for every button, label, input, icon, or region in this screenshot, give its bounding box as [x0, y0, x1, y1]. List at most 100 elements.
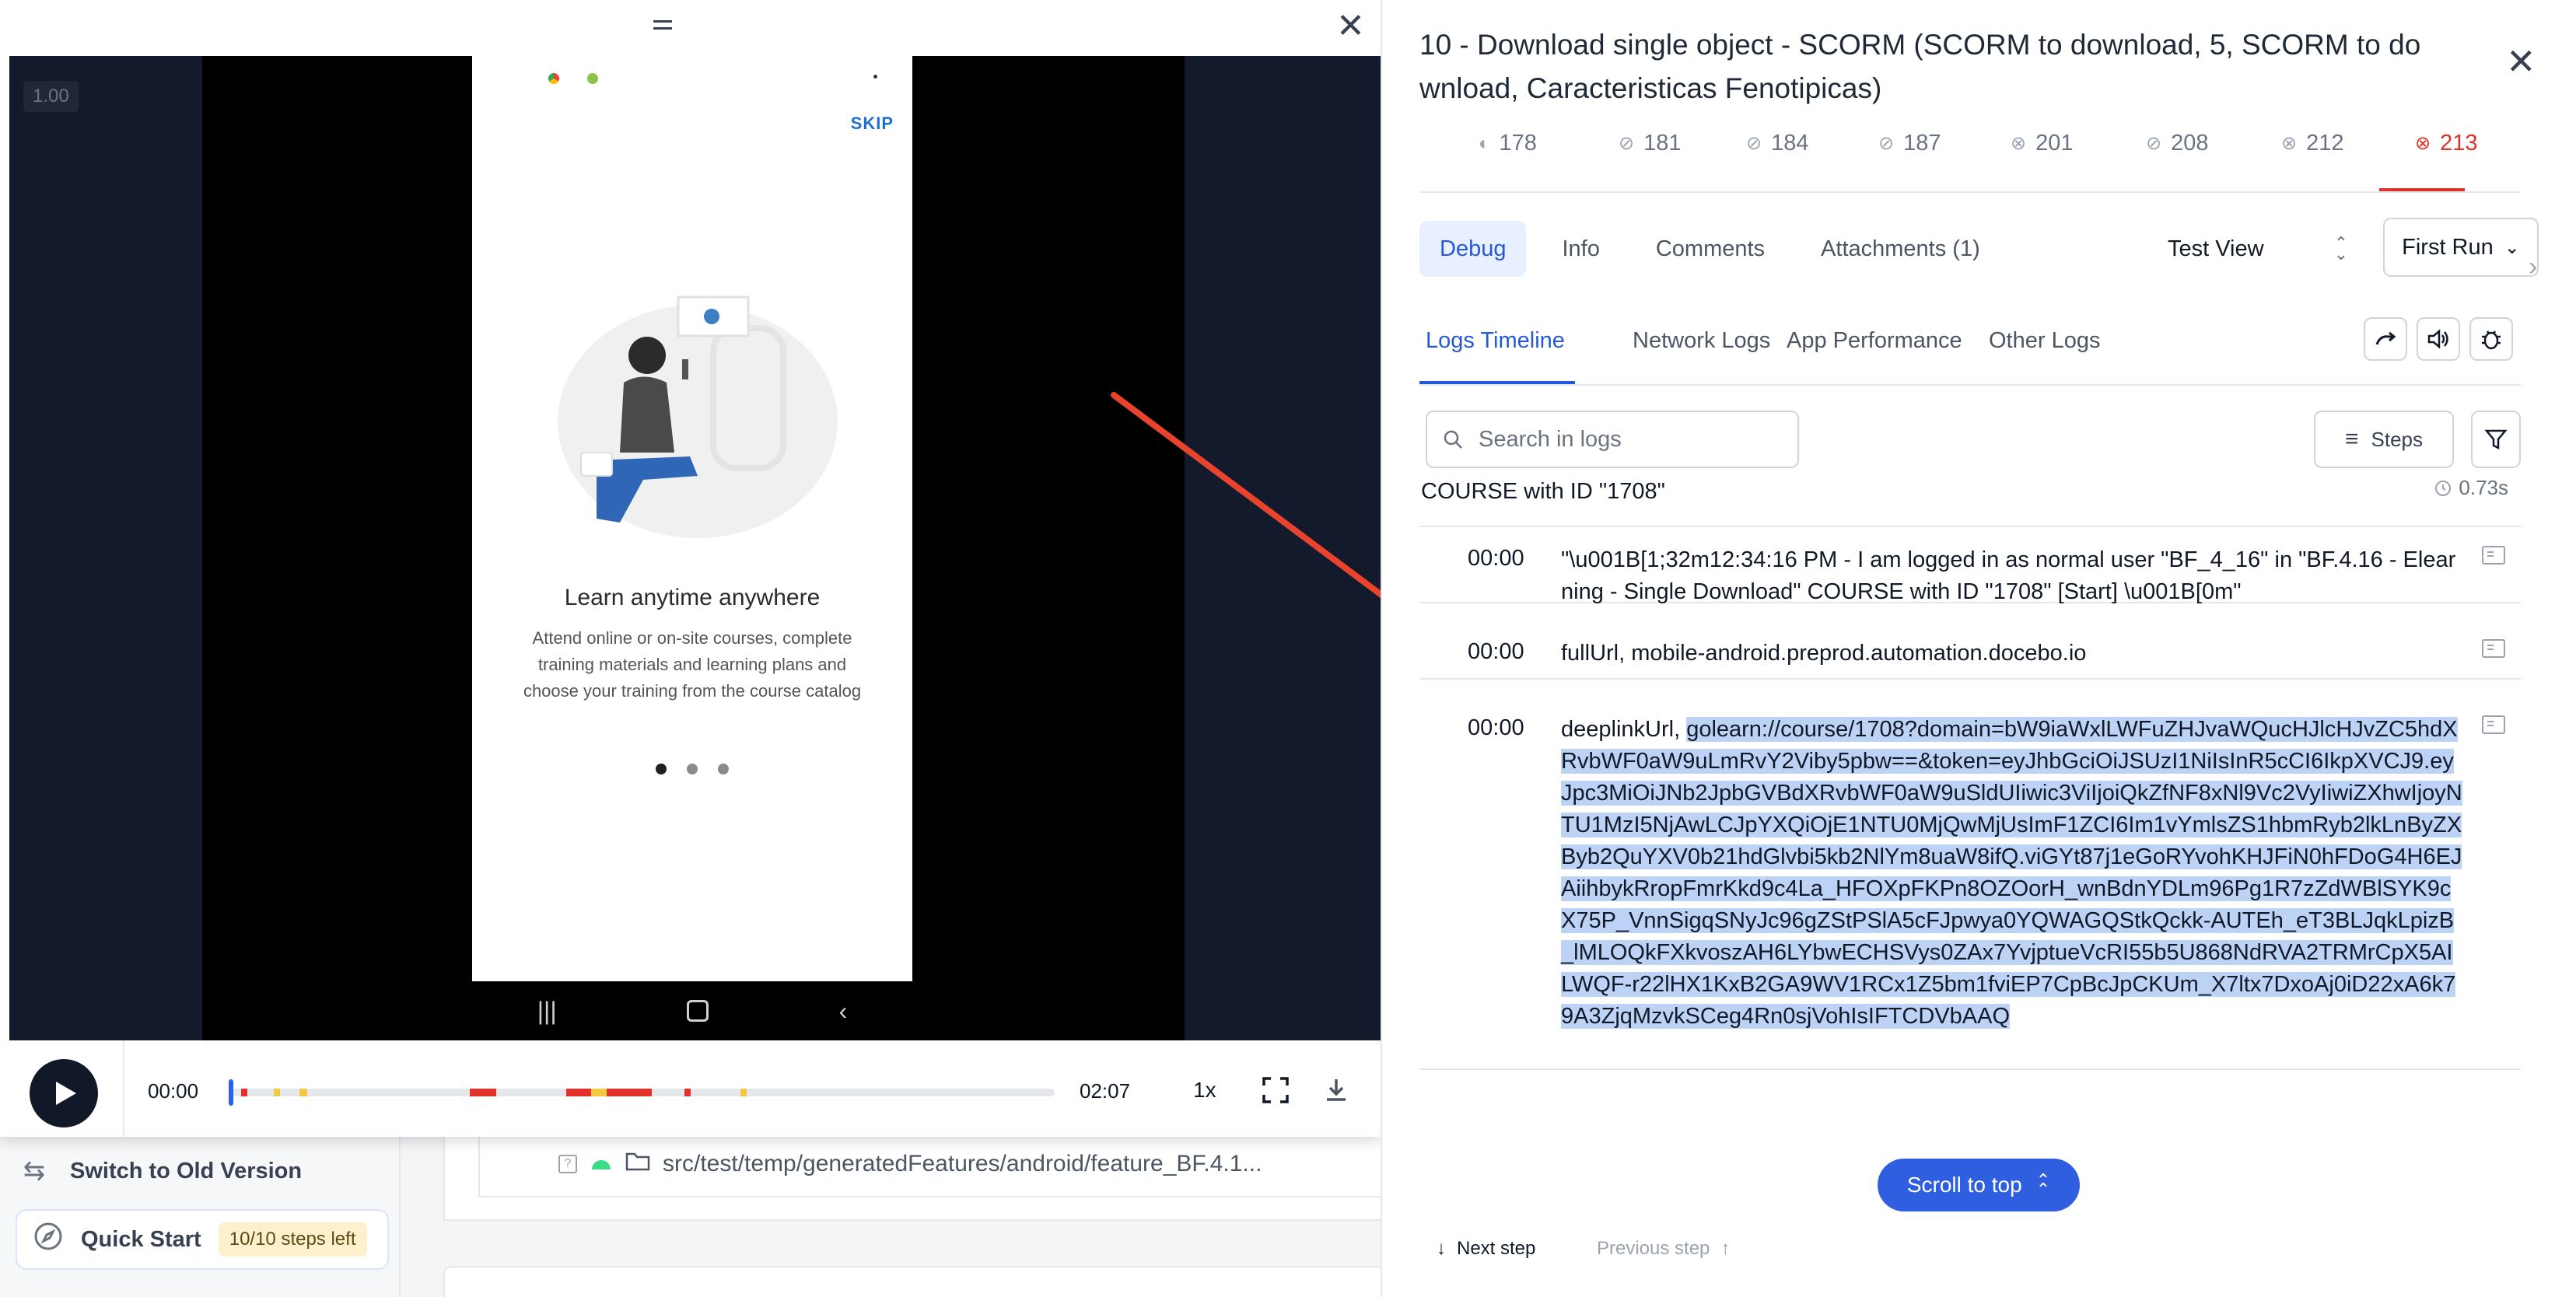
scrubber-handle[interactable]	[229, 1079, 233, 1106]
debug-panel: 10 - Download single object - SCORM (SCO…	[1381, 0, 2576, 1297]
tab-comments[interactable]: Comments	[1636, 221, 1785, 277]
timeline-marker	[740, 1089, 747, 1096]
double-chevron-up-icon: ⌃ ⌃	[2035, 1170, 2051, 1199]
pager-dot[interactable]	[687, 764, 698, 774]
debug-bug-button[interactable]	[2469, 317, 2513, 361]
run-tab-label: 178	[1499, 131, 1537, 156]
redo-button[interactable]	[2364, 317, 2407, 361]
chrome-icon	[548, 73, 559, 84]
log-entry[interactable]: COURSE with ID "1708" 0.73s	[1419, 473, 2521, 527]
quick-start-button[interactable]: Quick Start 10/10 steps left	[16, 1209, 389, 1270]
filter-button[interactable]	[2471, 411, 2521, 468]
timeline-marker	[591, 1089, 607, 1096]
run-tab-label: 187	[1903, 131, 1941, 156]
next-step-button[interactable]: ↓ Next step	[1437, 1238, 1535, 1260]
play-button[interactable]	[30, 1059, 98, 1127]
tab-logs-timeline[interactable]: Logs Timeline	[1426, 328, 1565, 354]
previous-step-label: Previous step	[1597, 1238, 1710, 1259]
log-time: 00:00	[1468, 715, 1524, 740]
run-tab[interactable]: ⊘ 208	[2146, 131, 2209, 156]
log-time: 00:00	[1468, 546, 1524, 571]
scroll-to-top-button[interactable]: Scroll to top ⌃ ⌃	[1878, 1159, 2080, 1211]
passed-status-icon: ⊘	[2146, 133, 2162, 154]
run-tab[interactable]: ⊗ 201	[2011, 131, 2074, 156]
run-tab[interactable]: ⊗ 212	[2281, 131, 2344, 156]
run-tab-active[interactable]: ⊗ 213	[2415, 131, 2478, 156]
tab-other-logs[interactable]: Other Logs	[1989, 328, 2100, 354]
android-nav-bar: ||| ‹	[472, 981, 912, 1040]
switch-version-button[interactable]: ⇆ Switch to Old Version	[19, 1155, 302, 1187]
run-tab[interactable]: ◐ 178	[1479, 131, 1537, 156]
quick-start-label: Quick Start	[81, 1226, 201, 1252]
log-entry[interactable]: 00:00 fullUrl, mobile-android.preprod.au…	[1419, 603, 2521, 680]
steps-button[interactable]: ≡ Steps	[2314, 411, 2454, 468]
run-tab-label: 212	[2306, 131, 2344, 156]
folder-icon	[625, 1151, 650, 1177]
sidebar	[0, 1120, 401, 1297]
sound-button[interactable]	[2417, 317, 2460, 361]
home-icon[interactable]	[687, 1000, 709, 1022]
panel-close-icon[interactable]: ✕	[2506, 44, 2536, 79]
passed-status-icon: ⊘	[1878, 133, 1895, 154]
player-topbar	[0, 0, 1381, 56]
pager-dot[interactable]	[656, 764, 667, 774]
search-input[interactable]	[1479, 426, 1774, 453]
run-tab-label: 184	[1771, 131, 1809, 156]
search-icon	[1444, 430, 1462, 449]
log-entry[interactable]: 00:00 "\u001B[1;32m12:34:16 PM - I am lo…	[1419, 527, 2521, 604]
tab-info[interactable]: Info	[1542, 221, 1619, 277]
terminal-icon[interactable]	[2482, 546, 2505, 565]
drag-handle-icon[interactable]	[653, 20, 672, 30]
run-tab[interactable]: ⊘ 187	[1878, 131, 1941, 156]
scroll-to-top-label: Scroll to top	[1906, 1173, 2022, 1197]
question-icon: ?	[558, 1155, 577, 1173]
play-icon	[56, 1082, 76, 1105]
back-icon[interactable]: ‹	[839, 997, 848, 1026]
skip-button[interactable]: SKIP	[851, 114, 894, 134]
speed-button[interactable]: 1x	[1193, 1078, 1216, 1103]
panel-title: 10 - Download single object - SCORM (SCO…	[1419, 29, 2421, 104]
file-path: src/test/temp/generatedFeatures/android/…	[663, 1151, 1262, 1176]
recents-icon[interactable]: |||	[537, 997, 557, 1026]
tab-attachments[interactable]: Attachments (1)	[1801, 221, 2000, 277]
next-step-label: Next step	[1457, 1238, 1536, 1259]
view-select-value: Test View	[2168, 236, 2264, 261]
log-text: fullUrl, mobile-android.preprod.automati…	[1561, 641, 2087, 666]
log-entry[interactable]: 00:00 deeplinkUrl, golearn://course/1708…	[1419, 680, 2521, 1070]
timeline-marker	[684, 1089, 691, 1096]
run-tab[interactable]: ⊘ 181	[1619, 131, 1682, 156]
filter-icon	[2484, 429, 2508, 450]
run-tab-label: 208	[2171, 131, 2209, 156]
terminal-icon[interactable]	[2482, 639, 2505, 658]
log-search	[1426, 411, 1799, 468]
compass-icon	[33, 1221, 64, 1258]
status-dot-icon	[873, 75, 877, 79]
failed-status-icon: ⊗	[2281, 133, 2298, 154]
pager-dot[interactable]	[718, 764, 729, 774]
run-select-value: First Run	[2402, 234, 2494, 260]
active-run-indicator	[2379, 188, 2465, 191]
log-list: COURSE with ID "1708" 0.73s 00:00 "\u001…	[1419, 473, 2521, 1141]
fullscreen-icon[interactable]	[1262, 1076, 1290, 1104]
player-close-icon[interactable]: ✕	[1336, 9, 1365, 44]
selected-deeplink-text[interactable]: golearn://course/1708?domain=bW9iaWxlLWF…	[1561, 717, 2462, 1029]
log-text: COURSE with ID "1708"	[1421, 479, 1665, 504]
download-icon[interactable]	[1322, 1076, 1350, 1104]
android-icon	[590, 1151, 613, 1177]
tab-app-performance[interactable]: App Performance	[1787, 328, 1962, 354]
feature-file-row[interactable]: ? src/test/temp/generatedFeatures/androi…	[558, 1151, 1262, 1177]
run-select[interactable]: First Run ⌄	[2383, 218, 2539, 277]
speaker-icon	[2427, 329, 2448, 349]
switch-version-label: Switch to Old Version	[70, 1158, 303, 1183]
run-tab[interactable]: ⊘ 184	[1746, 131, 1809, 156]
view-select[interactable]: Test View ⌃ ⌄	[2168, 221, 2348, 277]
tab-network-logs[interactable]: Network Logs	[1633, 328, 1770, 354]
terminal-icon[interactable]	[2482, 715, 2505, 734]
run-tab-label: 201	[2035, 131, 2074, 156]
chevron-down-icon: ⌄	[2504, 236, 2520, 258]
previous-step-button[interactable]: Previous step ↑	[1597, 1238, 1730, 1260]
tab-debug[interactable]: Debug	[1419, 221, 1527, 277]
onboarding-description: Attend online or on-site courses, comple…	[523, 628, 862, 701]
log-text-prefix: deeplinkUrl,	[1561, 717, 1687, 742]
panel-sub-tabs: Debug Info Comments Attachments (1)	[1419, 221, 2000, 277]
